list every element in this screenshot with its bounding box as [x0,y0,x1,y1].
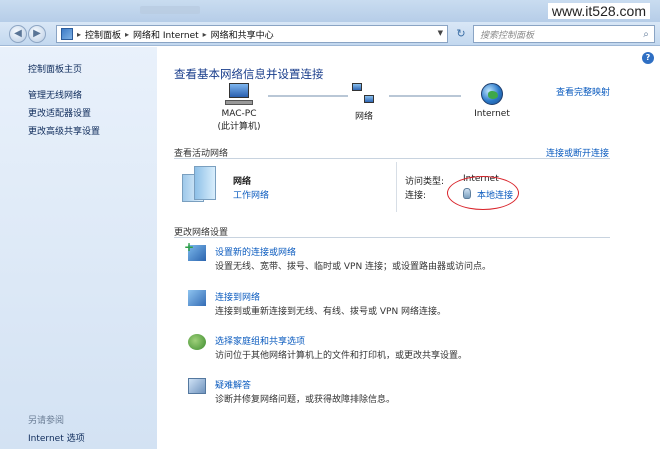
connect-network-icon [188,290,206,306]
sidebar-item-adapter-settings[interactable]: 更改适配器设置 [28,106,91,119]
section-divider [174,158,610,159]
network-bench-icon [182,166,216,202]
access-type-label: 访问类型: [405,177,445,187]
breadcrumb-network-sharing-center[interactable]: 网络和共享中心 [211,28,274,41]
address-bar[interactable]: ▸ 控制面板 ▸ 网络和 Internet ▸ 网络和共享中心 ▼ [56,25,448,43]
main-content: ? 查看基本网络信息并设置连接 查看完整映射 MAC-PC (此计算机) 网络 … [157,47,660,449]
sidebar-item-internet-options[interactable]: Internet 选项 [28,431,85,444]
chevron-right-icon[interactable]: ▸ [125,30,129,39]
forward-button[interactable]: ▶ [28,25,46,43]
map-connector [389,95,461,97]
map-node-internet[interactable]: Internet [469,83,515,119]
chevron-right-icon[interactable]: ▸ [77,30,81,39]
breadcrumb-control-panel[interactable]: 控制面板 [85,28,121,41]
map-node-network[interactable]: 网络 [344,83,384,122]
chevron-down-icon[interactable]: ▼ [438,29,443,37]
sidebar-item-control-panel-home[interactable]: 控制面板主页 [28,62,82,75]
map-connector [268,95,348,97]
sidebar: 控制面板主页 管理无线网络 更改适配器设置 更改高级共享设置 另请参阅 Inte… [0,47,157,449]
troubleshoot-link[interactable]: 疑难解答 [215,378,251,391]
new-connection-icon [184,240,206,261]
map-node-sublabel: (此计算机) [217,122,261,132]
map-node-computer[interactable]: MAC-PC (此计算机) [209,83,269,132]
task-description: 设置无线、宽带、拨号、临时或 VPN 连接；或设置路由器或访问点。 [215,262,492,272]
chevron-right-icon[interactable]: ▸ [203,30,207,39]
see-also-heading: 另请参阅 [28,416,65,426]
section-divider [174,237,610,238]
troubleshoot-icon [188,378,206,394]
network-type-link[interactable]: 工作网络 [233,188,269,201]
map-node-label: MAC-PC [221,109,257,119]
sidebar-item-advanced-sharing[interactable]: 更改高级共享设置 [28,124,100,137]
vertical-divider [396,162,397,212]
search-icon[interactable]: ⌕ [638,29,654,40]
computer-icon [225,83,253,105]
search-input[interactable]: 搜索控制面板 [480,28,638,41]
navigation-bar: ◀ ▶ ▸ 控制面板 ▸ 网络和 Internet ▸ 网络和共享中心 ▼ ↻ … [0,22,660,46]
task-description: 诊断并修复网络问题，或获得故障排除信息。 [215,395,396,405]
map-node-label: 网络 [354,112,373,122]
homegroup-sharing-link[interactable]: 选择家庭组和共享选项 [215,334,305,347]
blurred-title [140,6,200,14]
watermark: www.it528.com [547,3,650,19]
see-full-map-link[interactable]: 查看完整映射 [556,85,610,98]
highlight-ellipse [447,176,519,210]
back-button[interactable]: ◀ [9,25,27,43]
task-description: 连接到或重新连接到无线、有线、拨号或 VPN 网络连接。 [215,307,447,317]
setup-connection-link[interactable]: 设置新的连接或网络 [215,245,296,258]
help-icon[interactable]: ? [642,52,654,64]
network-icon [352,83,376,105]
search-box[interactable]: 搜索控制面板 ⌕ [473,25,655,43]
network-name: 网络 [233,177,252,187]
title-bar: www.it528.com [0,0,660,22]
control-panel-icon [61,28,73,40]
page-title: 查看基本网络信息并设置连接 [174,67,324,81]
connection-label: 连接: [405,191,427,201]
connect-to-network-link[interactable]: 连接到网络 [215,290,260,303]
breadcrumb-network-internet[interactable]: 网络和 Internet [133,28,199,41]
map-node-label: Internet [474,109,510,119]
globe-icon [481,83,503,105]
refresh-button[interactable]: ↻ [452,25,470,43]
homegroup-icon [188,334,206,350]
sidebar-item-manage-wireless[interactable]: 管理无线网络 [28,88,82,101]
task-description: 访问位于其他网络计算机上的文件和打印机，或更改共享设置。 [215,351,468,361]
